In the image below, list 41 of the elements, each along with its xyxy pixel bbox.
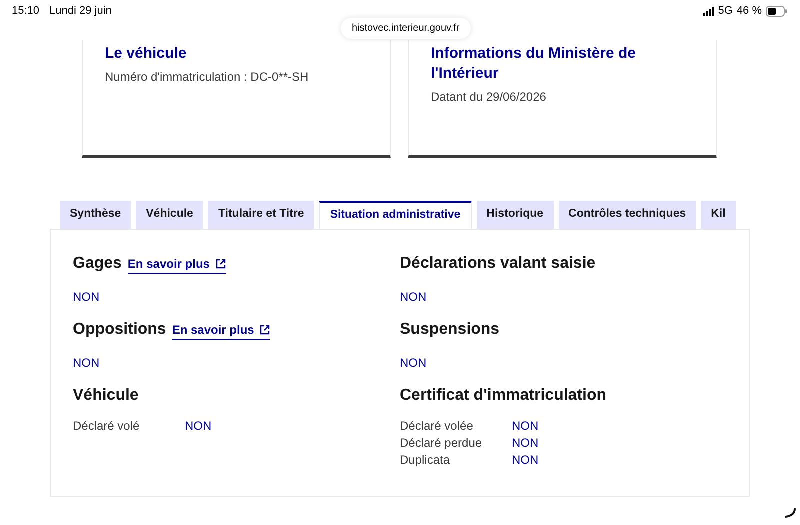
learn-more-link[interactable]: En savoir plus [128,255,226,274]
status-value: NON [400,355,428,372]
status-value: NON [512,435,539,452]
field-label: Déclaré volée [400,418,474,435]
card-title[interactable]: Le véhicule [105,44,345,64]
tab[interactable]: Contrôles techniques [558,201,696,229]
section-title: Suspensions [400,320,500,340]
external-link-icon [260,325,270,335]
battery-icon [766,6,788,16]
status-value: NON [512,452,539,469]
field-label: Duplicata [400,452,452,469]
card-text: Numéro d'immatriculation : DC-0**-SH [105,69,310,86]
tab[interactable]: Véhicule [136,201,204,229]
status-value: NON [185,418,212,435]
status-value: NON [400,289,428,306]
section-title: Véhicule [73,386,139,406]
signal-icon [703,6,716,16]
status-value: NON [512,418,539,435]
url-bar[interactable]: histovec.interieur.gouv.fr [341,18,471,39]
card-title[interactable]: Informations du Ministère de l'Intérieur [431,44,671,84]
field-label: Déclaré perdue [400,435,484,452]
field-label: Déclaré volé [73,418,141,435]
tab[interactable]: Kil [701,201,736,229]
section-title: Gages [73,254,122,274]
tab[interactable]: Historique [476,201,554,229]
status-value: NON [73,355,101,372]
loading-icon [784,508,796,518]
network-label: 5G [718,4,733,19]
learn-more-link[interactable]: En savoir plus [172,321,270,340]
status-value: NON [73,289,101,306]
card-text: Datant du 29/06/2026 [431,89,548,106]
tab[interactable]: Synthèse [60,201,132,229]
section-title: Oppositions [73,320,166,340]
status-time: 15:10 [12,4,40,19]
section-title: Certificat d'immatriculation [400,386,607,406]
battery-percent: 46 % [736,4,762,19]
tab[interactable]: Titulaire et Titre [208,201,314,229]
external-link-icon [216,259,226,269]
section-title: Déclarations valant saisie [400,254,596,274]
tab[interactable]: Situation administrative [319,201,472,229]
status-date: Lundi 29 juin [50,4,112,19]
